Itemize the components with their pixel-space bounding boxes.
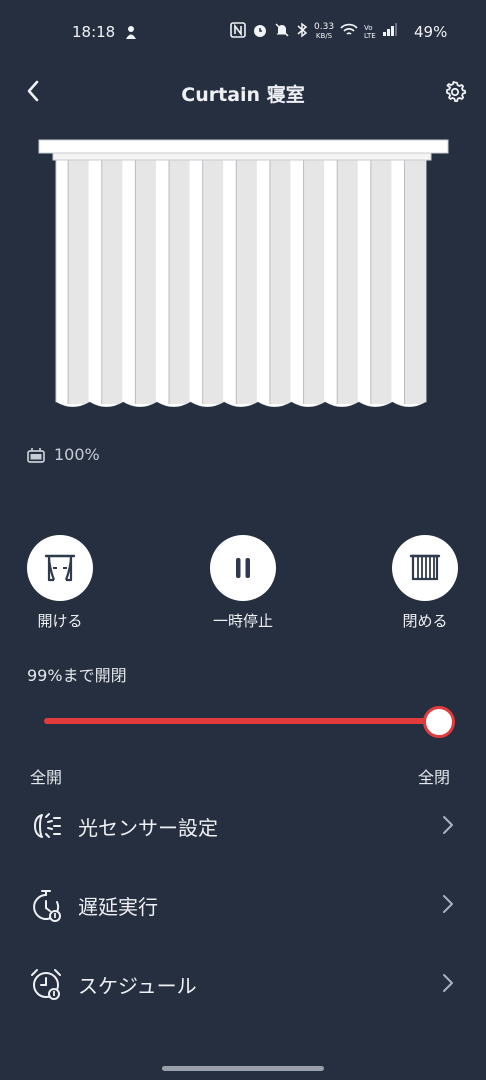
menu-item-delay[interactable]: 遅延実行 bbox=[0, 869, 486, 939]
menu-item-schedule[interactable]: スケジュール bbox=[0, 948, 486, 1018]
position-slider-thumb[interactable] bbox=[423, 706, 455, 738]
chevron-right-icon bbox=[443, 895, 453, 913]
status-icons: 0.33 KB/S Vo LTE bbox=[230, 22, 398, 42]
chevron-right-icon bbox=[443, 974, 453, 992]
curtain-pleat bbox=[236, 158, 257, 404]
network-speed: 0.33 KB/S bbox=[314, 22, 335, 41]
curtain-pleat bbox=[303, 158, 325, 404]
curtain-pleat bbox=[135, 158, 156, 404]
menu-label-light-sensor: 光センサー設定 bbox=[78, 816, 218, 840]
signal-icon bbox=[382, 23, 398, 41]
curtain-illustration bbox=[38, 138, 450, 418]
timer-icon bbox=[33, 890, 61, 922]
open-label: 開ける bbox=[37, 612, 83, 630]
settings-button[interactable] bbox=[440, 77, 470, 107]
volte-indicator: Vo LTE bbox=[364, 24, 376, 40]
curtain-pleat bbox=[404, 158, 425, 404]
curtain-drawing bbox=[38, 139, 449, 418]
light-sensor-icon bbox=[34, 813, 61, 838]
alarm-clock-icon bbox=[31, 969, 61, 1000]
alarm-icon bbox=[252, 22, 268, 42]
curtain-open-icon bbox=[44, 554, 76, 582]
home-indicator[interactable] bbox=[162, 1066, 324, 1071]
menu-item-light-sensor[interactable]: 光センサー設定 bbox=[0, 790, 486, 860]
curtain-pleat bbox=[370, 158, 392, 404]
curtain-pleat bbox=[68, 158, 89, 404]
close-label: 閉める bbox=[402, 612, 448, 630]
device-battery: 100% bbox=[26, 445, 100, 464]
wifi-icon bbox=[340, 23, 358, 41]
position-slider-track[interactable] bbox=[44, 718, 438, 724]
nfc-icon bbox=[230, 22, 246, 42]
curtain-pleat bbox=[337, 158, 358, 404]
curtain-rail bbox=[38, 139, 449, 154]
curtain-closed-icon bbox=[409, 554, 441, 581]
bluetooth-icon bbox=[296, 22, 308, 42]
curtain-pleat bbox=[101, 158, 123, 404]
curtain-pleat bbox=[169, 158, 190, 404]
curtain-pleat bbox=[202, 158, 224, 404]
device-battery-icon bbox=[27, 447, 45, 463]
curtain-rail-base bbox=[52, 152, 432, 161]
status-time: 18:18 bbox=[72, 23, 116, 41]
curtain-pleat bbox=[269, 158, 291, 404]
pause-label: 一時停止 bbox=[212, 612, 273, 630]
position-label: 99%まで開閉 bbox=[27, 666, 127, 685]
menu-label-schedule: スケジュール bbox=[78, 974, 197, 998]
chevron-right-icon bbox=[443, 816, 453, 834]
gear-icon bbox=[446, 81, 467, 102]
open-button[interactable] bbox=[27, 535, 93, 601]
slider-min-label: 全開 bbox=[30, 768, 63, 787]
mute-icon bbox=[274, 22, 290, 42]
status-app-icon bbox=[124, 24, 138, 44]
menu-label-delay: 遅延実行 bbox=[78, 895, 158, 919]
slider-max-label: 全閉 bbox=[418, 768, 451, 787]
device-battery-level: 100% bbox=[54, 445, 100, 464]
close-button[interactable] bbox=[392, 535, 458, 601]
status-battery: 49% bbox=[414, 23, 448, 41]
pause-icon bbox=[236, 558, 250, 578]
page-title: Curtain 寝室 bbox=[181, 84, 305, 106]
pause-button[interactable] bbox=[210, 535, 276, 601]
